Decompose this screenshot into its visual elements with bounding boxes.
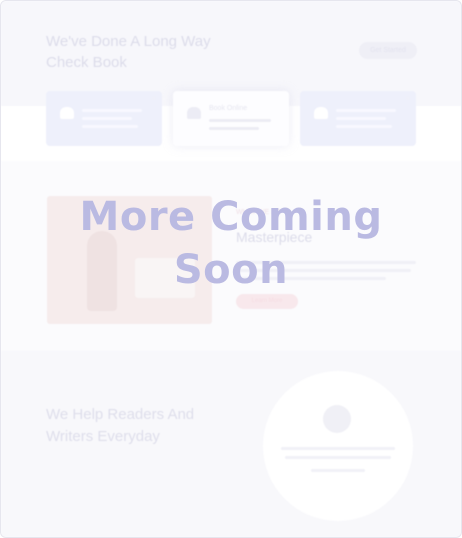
quote-line bbox=[285, 456, 391, 459]
card-text-line bbox=[82, 109, 142, 112]
help-heading-line1: We Help Readers And bbox=[46, 406, 195, 423]
close-icon: × bbox=[405, 94, 410, 103]
card-text-line bbox=[336, 117, 386, 120]
help-heading-line2: Writers Everyday bbox=[46, 428, 160, 445]
cloud-icon bbox=[314, 107, 328, 119]
card-text-line bbox=[82, 117, 132, 120]
card-text-line bbox=[209, 127, 259, 130]
coming-soon-panel: We've Done A Long Way Check Book Get Sta… bbox=[0, 0, 462, 538]
hero-heading-line2: Check Book bbox=[46, 54, 127, 71]
card-text-line bbox=[209, 119, 271, 122]
card-text-line bbox=[82, 125, 138, 128]
feature-card-1: × bbox=[46, 91, 162, 146]
coming-soon-line1: More Coming bbox=[79, 194, 383, 240]
coming-soon-line2: Soon bbox=[173, 247, 289, 293]
get-started-button: Get Started bbox=[359, 42, 417, 59]
cloud-icon bbox=[60, 107, 74, 119]
card-text-line bbox=[336, 109, 396, 112]
card-text-line bbox=[336, 125, 392, 128]
testimonial-circle bbox=[263, 371, 413, 521]
close-icon: × bbox=[151, 94, 156, 103]
hero-heading: We've Done A Long Way Check Book bbox=[46, 31, 246, 73]
quote-line bbox=[311, 469, 365, 472]
help-heading: We Help Readers And Writers Everyday bbox=[46, 404, 226, 448]
coming-soon-message: More Coming Soon bbox=[1, 191, 461, 297]
feature-card-3: × bbox=[300, 91, 416, 146]
cloud-icon bbox=[187, 107, 201, 119]
avatar bbox=[323, 405, 351, 433]
quote-line bbox=[281, 447, 395, 450]
feature-card-2: Book Online bbox=[173, 91, 289, 146]
hero-heading-line1: We've Done A Long Way bbox=[46, 33, 211, 50]
card-title: Book Online bbox=[209, 105, 248, 112]
